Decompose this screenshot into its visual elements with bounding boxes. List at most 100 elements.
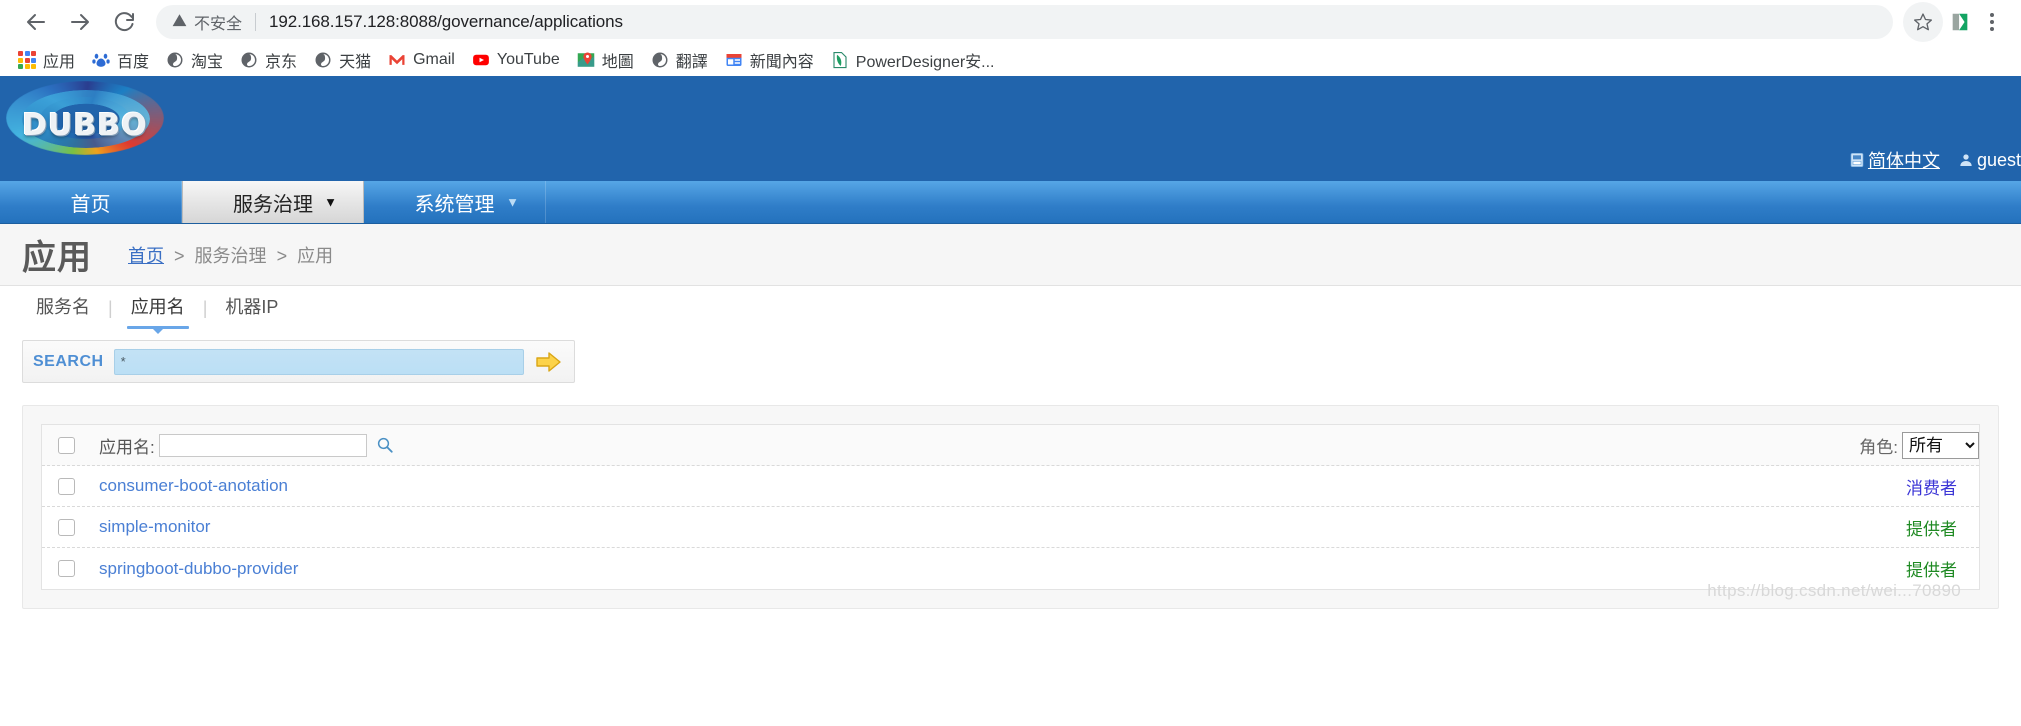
bookmark-star-icon[interactable] xyxy=(1903,2,1943,42)
bookmark-tmall[interactable]: 天猫 xyxy=(308,45,382,75)
bookmark-powerdesigner[interactable]: PowerDesigner安... xyxy=(825,45,1006,75)
tab-machine-ip[interactable]: 机器IP xyxy=(213,289,290,327)
taobao-icon xyxy=(166,51,184,69)
breadcrumb-current: 应用 xyxy=(297,245,334,266)
application-link[interactable]: springboot-dubbo-provider xyxy=(99,559,298,579)
extension-icon[interactable] xyxy=(1943,2,1977,42)
bookmark-baidu[interactable]: 百度 xyxy=(86,45,160,75)
tab-service-name[interactable]: 服务名 xyxy=(24,289,102,327)
maps-icon xyxy=(577,51,595,69)
row-checkbox[interactable] xyxy=(58,560,75,577)
page-title-area: 应用 首页 > 服务治理 > 应用 xyxy=(0,224,2021,286)
security-indicator[interactable]: 不安全 xyxy=(172,10,242,34)
search-panel: SEARCH xyxy=(22,340,575,383)
row-checkbox[interactable] xyxy=(58,477,75,495)
bookmark-news[interactable]: 新聞內容 xyxy=(719,45,825,75)
user-menu[interactable]: guest xyxy=(1958,150,2021,171)
search-input[interactable] xyxy=(113,348,525,375)
user-icon xyxy=(1958,152,1974,168)
nav-item-governance[interactable]: 服务治理 ▼ xyxy=(182,181,364,223)
user-label: guest xyxy=(1976,149,2021,170)
address-bar[interactable]: 不安全 192.168.157.128:8088/governance/appl… xyxy=(156,5,1893,39)
select-all-checkbox[interactable] xyxy=(58,436,75,454)
table-row[interactable]: consumer-boot-anotation 消费者 xyxy=(42,466,1979,507)
language-link[interactable]: 简体中文 xyxy=(1868,147,1940,173)
app-name-filter-input[interactable] xyxy=(158,433,367,457)
table-row[interactable]: simple-monitor 提供者 xyxy=(42,507,1979,548)
nav-item-system[interactable]: 系统管理 ▼ xyxy=(364,181,546,223)
page-title: 应用 xyxy=(22,239,92,277)
gmail-icon xyxy=(388,51,406,69)
table-filter-row: 应用名: 角色: 所有提供者消费者 xyxy=(42,425,1979,466)
breadcrumb-separator: > xyxy=(276,245,288,266)
bookmark-gmail[interactable]: Gmail xyxy=(382,48,466,72)
language-switcher[interactable]: 简体中文 xyxy=(1849,147,1940,173)
row-checkbox[interactable] xyxy=(58,518,75,536)
applications-card: 应用名: 角色: 所有提供者消费者 consumer-boot-anotatio… xyxy=(22,405,1999,609)
bookmark-label: 百度 xyxy=(117,54,150,71)
bookmark-label: 天猫 xyxy=(339,54,372,71)
bookmark-apps[interactable]: 应用 xyxy=(12,45,86,75)
tab-separator: | xyxy=(202,297,208,318)
bookmark-maps[interactable]: 地圖 xyxy=(571,45,645,75)
search-type-tabs: 服务名 | 应用名 | 机器IP xyxy=(0,286,2021,330)
applications-table: 应用名: 角色: 所有提供者消费者 consumer-boot-anotatio… xyxy=(41,424,1980,590)
bookmark-translate[interactable]: 翻譯 xyxy=(645,45,719,75)
bookmark-label: 地圖 xyxy=(601,54,634,71)
application-link[interactable]: simple-monitor xyxy=(99,517,210,537)
youtube-icon xyxy=(472,51,490,69)
application-link[interactable]: consumer-boot-anotation xyxy=(99,476,288,496)
bookmark-youtube[interactable]: YouTube xyxy=(466,48,571,72)
tab-label: 应用名 xyxy=(130,297,185,317)
main-nav: 首页 服务治理 ▼ 系统管理 ▼ xyxy=(0,181,2021,224)
tab-label: 机器IP xyxy=(225,297,279,317)
table-row[interactable]: springboot-dubbo-provider 提供者 xyxy=(42,548,1979,589)
tmall-icon xyxy=(314,51,332,69)
search-icon[interactable] xyxy=(376,436,394,454)
breadcrumb-home-link[interactable]: 首页 xyxy=(128,246,164,266)
security-text: 不安全 xyxy=(194,16,243,33)
back-button[interactable] xyxy=(14,0,58,44)
role-filter-select[interactable]: 所有提供者消费者 xyxy=(1902,431,1979,459)
chevron-down-icon: ▼ xyxy=(324,194,337,210)
dubbo-logo[interactable]: DUBBO xyxy=(0,76,170,162)
tab-label: 服务名 xyxy=(36,297,90,317)
dubbo-admin-page: DUBBO 简体中文 guest 首页 服务治理 ▼ 系统管理 ▼ 应用 首页 … xyxy=(0,76,2021,609)
jingdong-icon xyxy=(240,51,258,69)
role-badge: 消费者 xyxy=(1906,478,1957,498)
nav-item-label: 系统管理 xyxy=(414,193,495,216)
search-submit-button[interactable] xyxy=(534,349,564,375)
forward-button[interactable] xyxy=(58,0,102,44)
header-right-controls: 简体中文 guest xyxy=(1849,147,2021,173)
url-text[interactable]: 192.168.157.128:8088/governance/applicat… xyxy=(269,12,623,32)
apps-grid-icon xyxy=(18,51,36,69)
tab-separator: | xyxy=(108,297,113,318)
warning-triangle-icon xyxy=(172,13,187,31)
bookmark-label: 淘宝 xyxy=(191,54,224,71)
bookmark-label: PowerDesigner安... xyxy=(855,54,995,71)
app-name-filter-label: 应用名: xyxy=(99,437,155,457)
tab-application-name[interactable]: 应用名 xyxy=(119,289,197,329)
search-label: SEARCH xyxy=(33,352,104,370)
omnibox-divider xyxy=(255,13,257,31)
powerdesigner-icon xyxy=(831,51,849,69)
nav-item-home[interactable]: 首页 xyxy=(0,181,182,223)
reload-button[interactable] xyxy=(102,0,146,44)
role-badge: 提供者 xyxy=(1906,519,1957,539)
bookmark-label: 翻譯 xyxy=(675,54,708,71)
bookmark-taobao[interactable]: 淘宝 xyxy=(160,45,234,75)
bookmark-label: 京东 xyxy=(265,54,298,71)
breadcrumb: 首页 > 服务治理 > 应用 xyxy=(128,242,333,268)
bookmark-jingdong[interactable]: 京东 xyxy=(234,45,308,75)
chevron-down-icon: ▼ xyxy=(506,194,519,210)
bookmark-label: Gmail xyxy=(413,51,455,68)
bookmark-label: 新聞內容 xyxy=(749,54,814,71)
dubbo-logo-text: DUBBO xyxy=(22,108,148,143)
translate-icon xyxy=(651,51,669,69)
browser-toolbar: 不安全 192.168.157.128:8088/governance/appl… xyxy=(0,0,2021,44)
baidu-icon xyxy=(92,51,110,69)
bookmarks-bar: 应用 百度 淘宝 京东 天猫 Gmail YouTube 地圖 翻譯 新聞內容 … xyxy=(0,44,2021,76)
browser-menu-icon[interactable] xyxy=(1977,2,2007,42)
nav-item-label: 服务治理 xyxy=(233,193,313,216)
role-filter-label: 角色: xyxy=(1859,437,1898,457)
